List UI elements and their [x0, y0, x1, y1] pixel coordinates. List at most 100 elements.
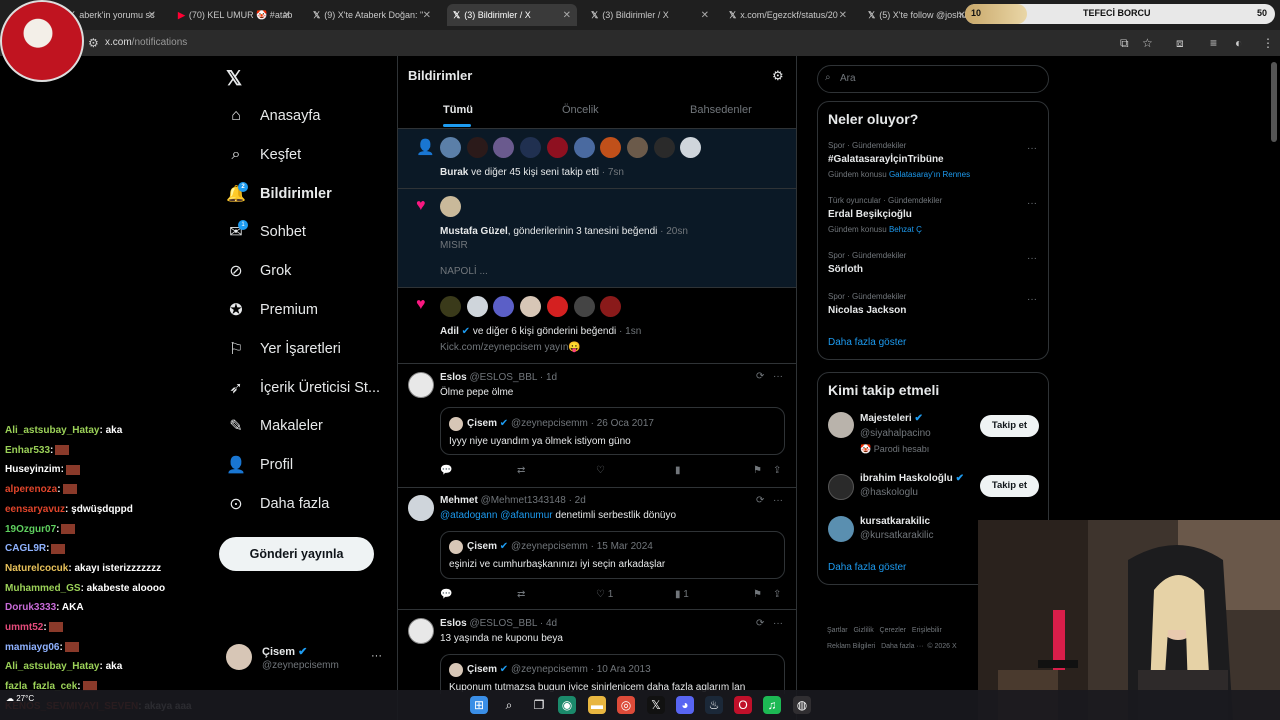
site-info-icon[interactable]: ⚙ — [88, 36, 99, 50]
trend-more-icon[interactable]: ··· — [1027, 143, 1037, 154]
tweet-author[interactable]: Eslos @ESLOS_BBL · 1d — [440, 372, 557, 383]
browser-tab[interactable]: 𝕏 (5) X'te follow @joshuax ✕ — [862, 4, 972, 26]
follower-avatar[interactable] — [653, 137, 675, 158]
nav-item-more-circle[interactable]: ⊙ Daha fazla — [226, 490, 329, 518]
nav-item-rocket[interactable]: ➶ İçerik Üreticisi St... — [226, 374, 380, 402]
task-view-icon[interactable]: ❐ — [530, 696, 548, 714]
close-tab-icon[interactable]: ✕ — [701, 10, 709, 21]
follower-avatar[interactable] — [440, 137, 461, 158]
browser-tab[interactable]: 𝕏x.com/Egezckf/status/20 ✕ — [723, 4, 853, 26]
close-tab-icon[interactable]: ✕ — [423, 10, 431, 21]
x-app-icon[interactable]: 𝕏 — [647, 696, 665, 714]
retweet-icon[interactable]: ⇄ — [517, 589, 525, 600]
liker-avatar[interactable] — [546, 296, 568, 317]
search-icon[interactable]: ⌕ — [500, 696, 518, 714]
nav-item-premium[interactable]: ✪ Premium — [226, 296, 318, 324]
show-more-follows[interactable]: Daha fazla göster — [828, 562, 906, 573]
close-tab-icon[interactable]: ✕ — [563, 10, 571, 21]
tweet-author-avatar[interactable] — [408, 495, 434, 521]
like-icon[interactable]: ♡ — [596, 465, 605, 476]
reading-list-icon[interactable]: ≡ — [1210, 36, 1217, 50]
suggested-user-name[interactable]: ibrahim Haskoloğlu ✔ — [860, 473, 964, 484]
settings-gear-icon[interactable]: ⚙ — [772, 68, 784, 84]
tweet-author[interactable]: Mehmet @Mehmet1343148 · 2d — [440, 495, 586, 506]
file-explorer-icon[interactable]: ▬ — [588, 696, 606, 714]
address-bar[interactable]: ⚙ x.com/notifications ⧉ ☆ ⧈ ≡ ◐ ⋮ — [0, 30, 1280, 56]
x-logo-icon[interactable]: 𝕏 — [226, 66, 242, 91]
follower-avatar[interactable] — [546, 137, 568, 158]
bookmark-star-icon[interactable]: ☆ — [1142, 36, 1153, 50]
browser-tab[interactable]: 𝕏 (3) Bildirimler / X ✕ — [585, 4, 715, 26]
page-scrollbar[interactable] — [1271, 62, 1277, 142]
liker-avatar[interactable] — [466, 296, 488, 317]
quoted-tweet[interactable] — [440, 407, 785, 455]
trend-more-icon[interactable]: ··· — [1027, 198, 1037, 209]
chrome-icon[interactable]: ◎ — [617, 696, 635, 714]
cast-icon[interactable]: ⧉ — [1120, 36, 1129, 51]
follower-avatar[interactable] — [626, 137, 648, 158]
nav-item-search[interactable]: ⌕ Keşfet — [226, 141, 302, 169]
steam-icon[interactable]: ♨ — [705, 696, 723, 714]
grok-icon[interactable]: ⟳ — [756, 495, 764, 506]
trend-more-icon[interactable]: ··· — [1027, 294, 1037, 305]
account-menu-icon[interactable]: ··· — [371, 650, 382, 662]
follow-button[interactable]: Takip et — [980, 475, 1039, 497]
nav-item-chat[interactable]: ✉ 1 Sohbet — [226, 218, 306, 246]
edge-icon[interactable]: ◉ — [558, 696, 576, 714]
close-tab-icon[interactable]: ✕ — [283, 10, 291, 21]
footer-links[interactable]: Reklam Bilgileri Daha fazla ··· © 2026 X — [827, 643, 957, 650]
bookmark-icon[interactable]: ⚑ — [753, 465, 762, 476]
tweet-author-avatar[interactable] — [408, 372, 434, 398]
footer-links[interactable]: Şartlar Gizlilik Çerezler Erişilebilir — [827, 627, 942, 634]
trend-title[interactable]: #GalatasarayİçinTribüne — [828, 154, 944, 165]
nav-item-bell[interactable]: 🔔 2 Bildirimler — [226, 180, 332, 208]
tab-mentions[interactable]: Bahsedenler — [690, 104, 752, 116]
share-icon[interactable]: ⇪ — [773, 465, 781, 476]
browser-tab[interactable]: 𝕏 (3) Bildirimler / X ✕ — [447, 4, 577, 26]
obs-icon[interactable]: ◍ — [793, 696, 811, 714]
nav-item-grok[interactable]: ⊘ Grok — [226, 257, 291, 285]
bookmark-icon[interactable]: ⚑ — [753, 589, 762, 600]
more-options-icon[interactable]: ··· — [773, 495, 783, 506]
quoted-tweet[interactable] — [440, 531, 785, 579]
more-options-icon[interactable]: ··· — [773, 371, 783, 382]
grok-icon[interactable]: ⟳ — [756, 371, 764, 382]
trend-title[interactable]: Sörloth — [828, 264, 863, 275]
show-more-trends[interactable]: Daha fazla göster — [828, 337, 906, 348]
discord-icon[interactable]: ◕ — [676, 696, 694, 714]
suggested-user-avatar[interactable] — [828, 412, 854, 438]
notification-follow[interactable] — [398, 129, 796, 189]
windows-start-icon[interactable]: ⊞ — [470, 696, 488, 714]
mention-link[interactable]: @atadogann @afanumur — [440, 510, 553, 521]
nav-item-person[interactable]: 👤 Profil — [226, 451, 293, 479]
tweet-author[interactable]: Eslos @ESLOS_BBL · 4d — [440, 618, 557, 629]
close-tab-icon[interactable]: ✕ — [839, 10, 847, 21]
views-icon[interactable]: ▮ — [675, 465, 681, 476]
follow-button[interactable]: Takip et — [980, 415, 1039, 437]
trend-title[interactable]: Nicolas Jackson — [828, 305, 906, 316]
liker-avatar[interactable] — [520, 296, 542, 317]
tab-all[interactable]: Tümü — [443, 104, 473, 116]
tweet-author-avatar[interactable] — [408, 618, 434, 644]
reply-icon[interactable]: 💬 — [440, 589, 452, 600]
trend-more-icon[interactable]: ··· — [1027, 253, 1037, 264]
more-options-icon[interactable]: ··· — [773, 618, 783, 629]
spotify-icon[interactable]: ♫ — [763, 696, 781, 714]
browser-tab[interactable]: ▶ (70) KEL UMUR 🤡 #atab ✕ — [172, 4, 297, 26]
suggested-user-avatar[interactable] — [828, 474, 854, 500]
close-tab-icon[interactable]: ✕ — [148, 10, 156, 21]
trend-title[interactable]: Erdal Beşikçioğlu — [828, 209, 912, 220]
extensions-icon[interactable]: ⧈ — [1176, 36, 1184, 51]
nav-item-bookmark[interactable]: ⚐ Yer İşaretleri — [226, 335, 341, 363]
menu-kebab-icon[interactable]: ⋮ — [1262, 36, 1274, 50]
suggested-user-name[interactable]: Majesteleri ✔ — [860, 413, 923, 424]
retweet-icon[interactable]: ⇄ — [517, 465, 525, 476]
liker-avatar[interactable] — [440, 196, 461, 217]
account-avatar[interactable] — [226, 644, 252, 670]
liker-avatar[interactable] — [573, 296, 595, 317]
search-input[interactable]: Ara — [817, 65, 1049, 93]
profile-icon[interactable]: ◐ — [1235, 36, 1242, 50]
suggested-user-name[interactable]: kursatkarakilic — [860, 516, 930, 527]
follower-avatar[interactable] — [466, 137, 488, 158]
views-icon[interactable]: ▮ 1 — [675, 589, 689, 600]
